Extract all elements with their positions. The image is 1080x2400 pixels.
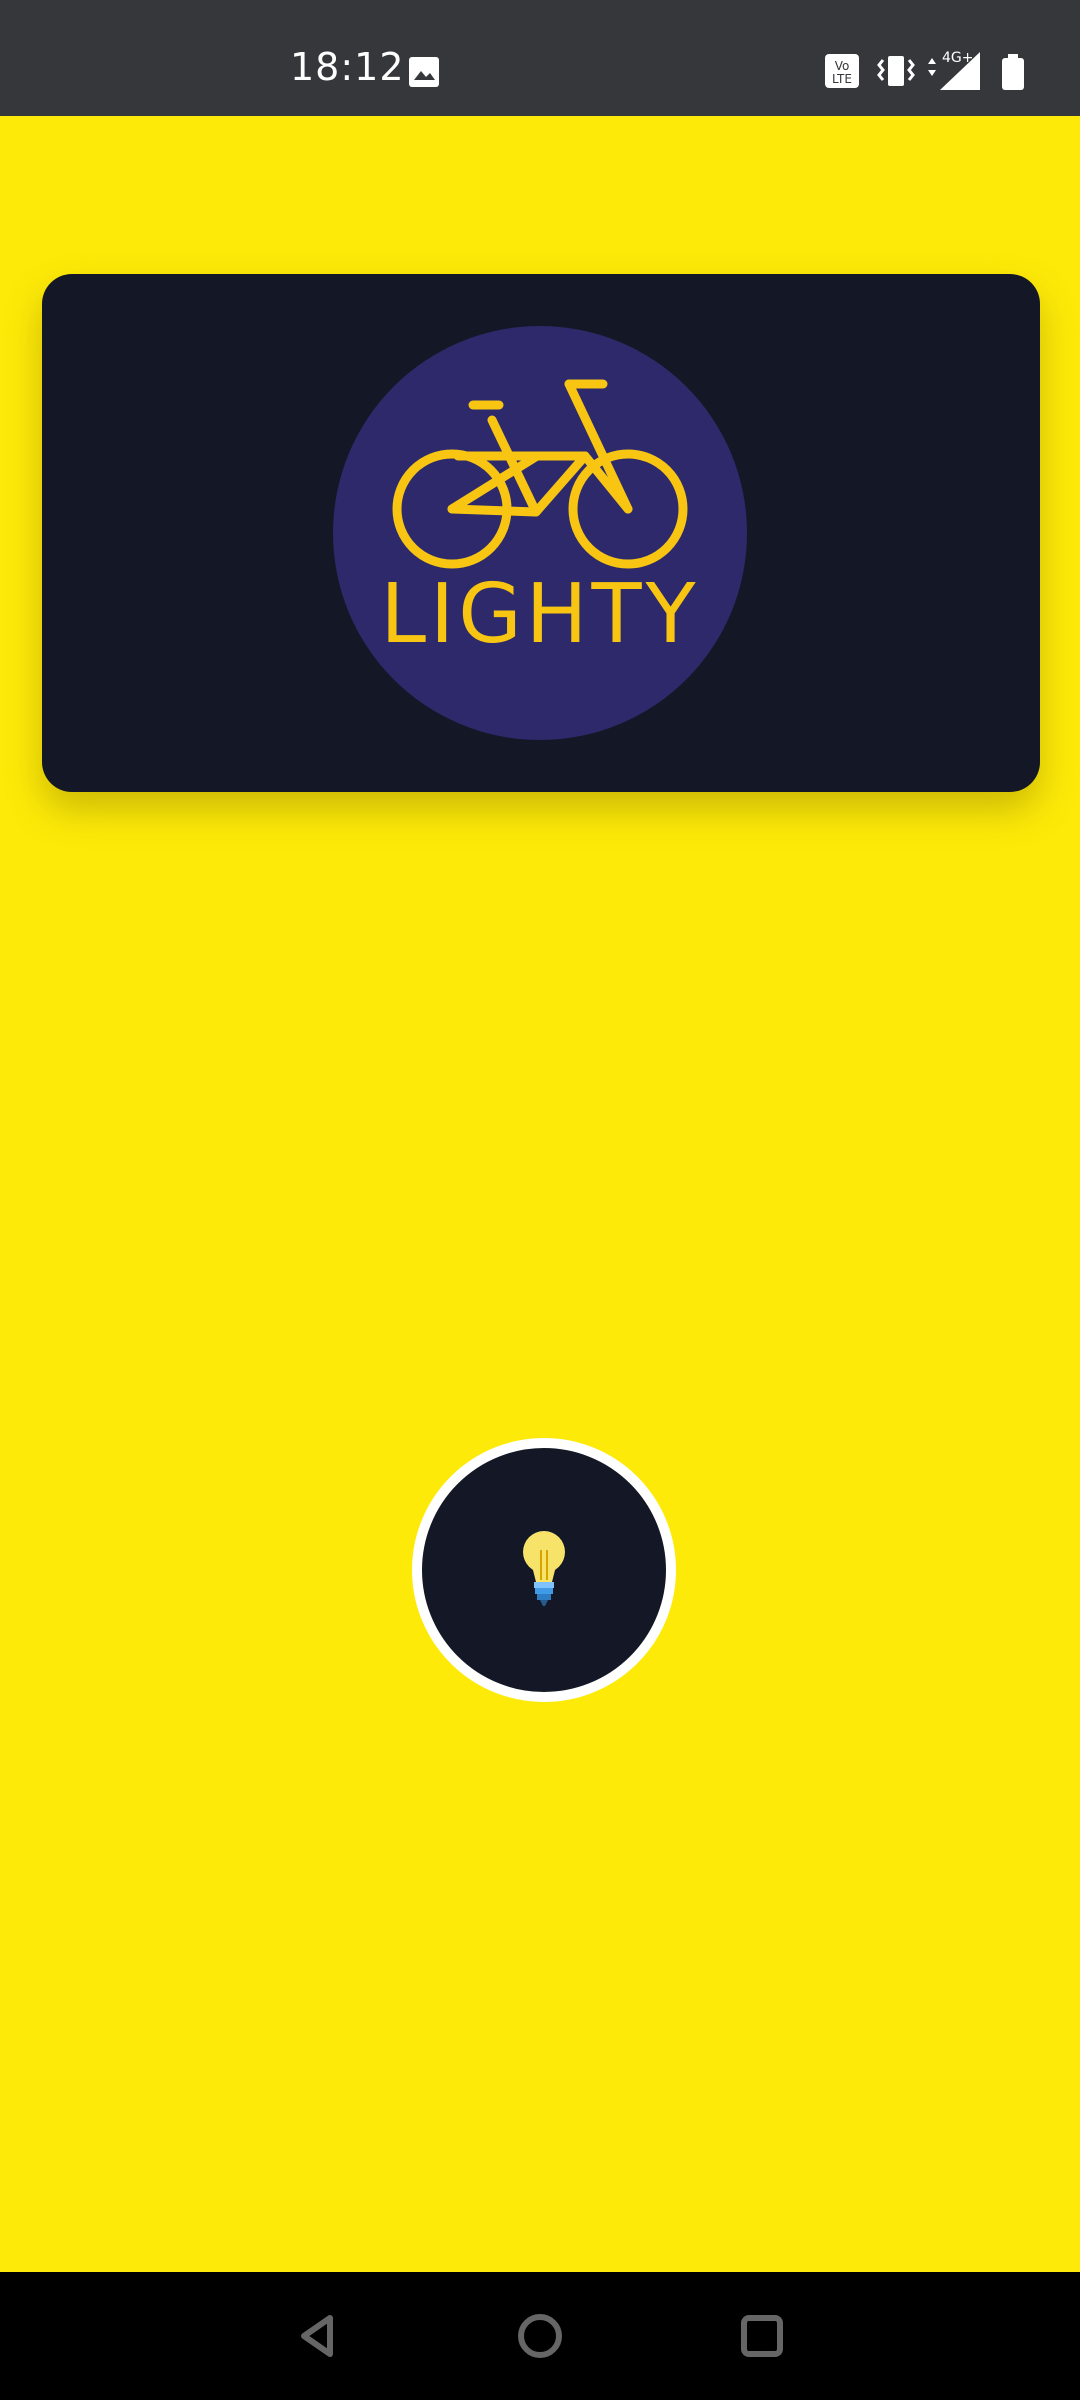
battery-icon [1002, 54, 1024, 90]
recents-icon[interactable] [736, 2310, 788, 2362]
signal-4g-plus-icon: 4G+ [928, 50, 980, 90]
back-icon[interactable] [294, 2310, 346, 2362]
logo-text: LIGHTY [380, 567, 700, 662]
app-logo: LIGHTY [333, 326, 747, 740]
status-time: 18:12 [290, 45, 405, 89]
toggle-light-button[interactable] [412, 1438, 676, 1702]
svg-text:LTE: LTE [832, 72, 852, 86]
volte-icon: Vo LTE [825, 54, 859, 88]
lightbulb-icon [523, 1531, 565, 1606]
navigation-bar [0, 2272, 1080, 2400]
status-bar: 18:12 Vo LTE 4G+ [0, 0, 1080, 116]
home-icon[interactable] [514, 2310, 566, 2362]
svg-text:4G+: 4G+ [942, 50, 974, 66]
logo-card: LIGHTY [42, 274, 1040, 792]
gallery-icon [409, 57, 439, 87]
vibrate-icon [877, 56, 915, 86]
app-main: LIGHTY [0, 116, 1080, 2272]
bicycle-icon [392, 379, 688, 569]
svg-text:Vo: Vo [835, 59, 850, 73]
